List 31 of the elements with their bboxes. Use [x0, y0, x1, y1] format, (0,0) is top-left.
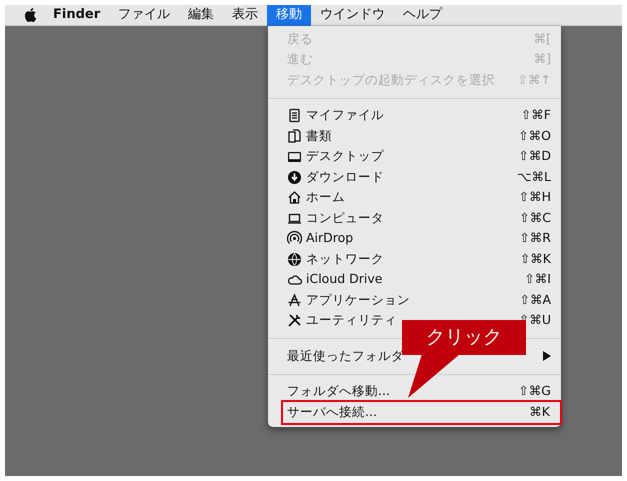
house-icon [287, 190, 302, 206]
app-symbol-icon [287, 292, 302, 308]
app-menu[interactable]: Finder [44, 4, 110, 26]
menu-item[interactable]: ホーム ⇧⌘H [268, 188, 561, 208]
menu-item[interactable]: マイファイル ⇧⌘F [268, 106, 561, 126]
apple-icon[interactable] [24, 8, 38, 22]
menu-bar-item[interactable]: ファイル [109, 4, 180, 26]
download-icon [287, 170, 302, 185]
menu-item[interactable]: ネットワーク ⇧⌘K [268, 249, 561, 270]
airdrop-icon [287, 231, 302, 246]
menu-item[interactable]: 書類 ⇧⌘O [268, 126, 561, 146]
menu-bar-item[interactable]: ヘルプ [394, 4, 452, 26]
drawer-icon [287, 108, 302, 124]
menu-item[interactable]: アプリケーション ⇧⌘A [268, 290, 561, 310]
menu-item[interactable]: フォルダへ移動... ⇧⌘G [268, 382, 561, 402]
submenu-arrow-icon [543, 351, 551, 362]
menu-item[interactable]: ダウンロード ⌥⌘L [268, 167, 561, 188]
menu-bar-item[interactable]: 編集 [179, 4, 224, 26]
menu-item[interactable]: コンピュータ ⇧⌘C [268, 208, 561, 228]
menu-item[interactable]: AirDrop ⇧⌘R [268, 228, 561, 249]
menu-bar-item[interactable]: ウインドウ [311, 4, 394, 26]
menu-bar-item[interactable]: 移動 [267, 4, 312, 26]
tools-icon [287, 313, 302, 328]
globe-icon [287, 252, 302, 267]
documents-icon [287, 128, 302, 144]
menu-bar-item[interactable]: 表示 [223, 4, 268, 26]
menu-item[interactable]: デスクトップ ⇧⌘D [268, 146, 561, 167]
menu-item[interactable]: サーバへ接続... ⌘K [283, 402, 560, 422]
desktop-icon [287, 149, 302, 164]
callout-label: クリック [402, 320, 526, 355]
menu-item[interactable]: iCloud Drive ⇧⌘I [268, 270, 561, 290]
